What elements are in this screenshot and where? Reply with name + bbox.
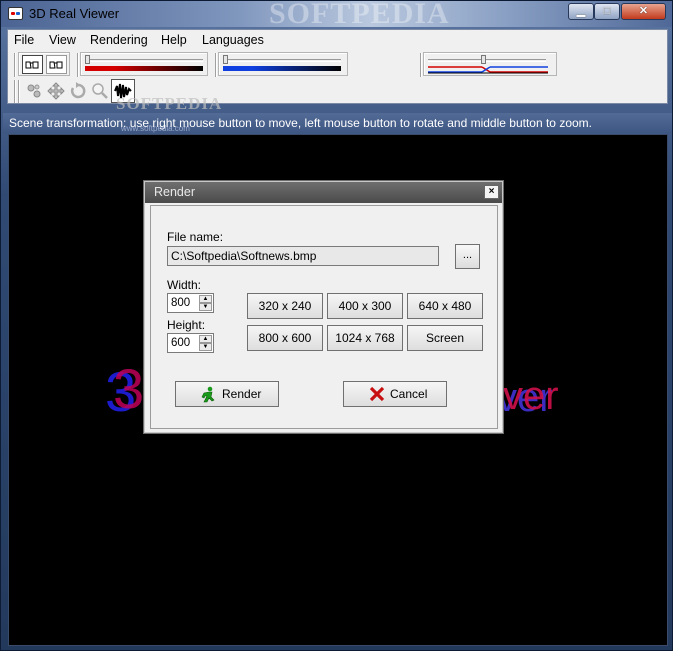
height-spinner-arrows[interactable]: ▲ ▼	[199, 335, 212, 351]
blue-slider-track	[223, 59, 341, 62]
red-slider-track	[85, 59, 203, 62]
glasses-red-cyan-icon	[25, 61, 39, 69]
file-name-label: File name:	[167, 230, 224, 244]
toolbar-grip	[18, 80, 20, 103]
glasses-red-cyan-button[interactable]	[22, 55, 43, 74]
rotate-icon	[71, 82, 86, 99]
move-objects-button[interactable]	[24, 81, 44, 101]
render-button[interactable]: Render	[175, 381, 279, 407]
preset-640x480-button[interactable]: 640 x 480	[407, 293, 483, 319]
blue-depth-panel	[218, 52, 348, 76]
spin-down-icon[interactable]: ▼	[199, 303, 212, 311]
convergence-slider-track	[428, 59, 546, 62]
close-icon: ✕	[638, 5, 649, 17]
render-dialog: Render × File name: C:\Softpedia\Softnew…	[143, 180, 504, 434]
convergence-panel	[423, 52, 557, 76]
close-icon: ×	[488, 186, 495, 197]
title-bar[interactable]: SOFTPEDIA 3D Real Viewer ▁ □ ✕	[1, 0, 672, 30]
width-value: 800	[171, 297, 191, 309]
menu-bar: File View Rendering Help Languages	[8, 30, 667, 50]
menu-file[interactable]: File	[14, 33, 34, 47]
preset-320x240-button[interactable]: 320 x 240	[247, 293, 323, 319]
toolbar-grip	[14, 53, 16, 77]
toolbar-watermark: SOFTPEDIA	[116, 94, 223, 113]
scene-text-red-right: ver	[503, 374, 559, 418]
width-spinner[interactable]: 800 ▲ ▼	[167, 293, 214, 313]
close-button[interactable]: ✕	[621, 3, 666, 20]
red-x-icon	[369, 386, 385, 402]
maximize-button[interactable]: □	[594, 3, 620, 20]
cancel-button-label: Cancel	[390, 387, 428, 401]
dialog-title: Render	[154, 185, 195, 199]
rotate-button[interactable]	[68, 81, 88, 101]
convergence-slider[interactable]	[426, 55, 554, 74]
app-icon[interactable]	[8, 7, 23, 20]
app-window: SOFTPEDIA 3D Real Viewer ▁ □ ✕ File View…	[0, 0, 673, 651]
blue-slider-thumb[interactable]	[223, 55, 228, 64]
spin-up-icon[interactable]: ▲	[199, 335, 212, 343]
red-slider[interactable]	[83, 55, 205, 74]
red-slider-thumb[interactable]	[85, 55, 90, 64]
browse-button[interactable]: ...	[455, 244, 480, 269]
height-value: 600	[171, 337, 191, 349]
status-text: Scene transformation: use right mouse bu…	[9, 116, 592, 130]
toolbar-grip	[215, 53, 217, 77]
blue-slider[interactable]	[221, 55, 345, 74]
width-label: Width:	[167, 278, 202, 292]
cancel-button[interactable]: Cancel	[343, 381, 447, 407]
menu-languages[interactable]: Languages	[202, 33, 264, 47]
convergence-lines	[428, 66, 548, 74]
running-man-icon	[201, 386, 215, 403]
red-gradient-bar	[85, 66, 203, 71]
dialog-title-bar[interactable]: Render ×	[145, 182, 502, 203]
blue-gradient-bar	[223, 66, 341, 71]
maximize-icon: □	[603, 5, 611, 17]
menu-view[interactable]: View	[49, 33, 76, 47]
toolbar-grip	[77, 53, 79, 77]
client-area: File View Rendering Help Languages SOFTP…	[7, 29, 668, 113]
preset-800x600-button[interactable]: 800 x 600	[247, 325, 323, 351]
minimize-icon: ▁	[576, 5, 586, 17]
menu-help[interactable]: Help	[161, 33, 187, 47]
height-label: Height:	[167, 318, 206, 332]
file-name-field[interactable]: C:\Softpedia\Softnews.bmp	[167, 246, 439, 266]
menu-rendering[interactable]: Rendering	[90, 33, 148, 47]
scene-text-red-left: 3	[113, 357, 144, 420]
toolbar-grip	[14, 80, 16, 103]
convergence-slider-thumb[interactable]	[481, 55, 486, 64]
zoom-icon	[92, 83, 108, 99]
dialog-close-button[interactable]: ×	[484, 185, 499, 199]
spin-up-icon[interactable]: ▲	[199, 295, 212, 303]
zoom-button[interactable]	[90, 81, 110, 101]
status-bar: Scene transformation: use right mouse bu…	[3, 113, 672, 133]
red-depth-panel	[80, 52, 208, 76]
height-spinner[interactable]: 600 ▲ ▼	[167, 333, 214, 353]
preset-1024x768-button[interactable]: 1024 x 768	[327, 325, 403, 351]
title-watermark: SOFTPEDIA	[269, 0, 450, 30]
glasses-red-blue-button[interactable]	[46, 55, 67, 74]
spin-down-icon[interactable]: ▼	[199, 343, 212, 351]
pan-button[interactable]	[46, 81, 66, 101]
move-objects-icon	[27, 84, 41, 98]
status-watermark: www.softpedia.com	[121, 124, 190, 133]
pan-icon	[47, 82, 65, 100]
width-spinner-arrows[interactable]: ▲ ▼	[199, 295, 212, 311]
glasses-red-blue-icon	[49, 61, 63, 69]
preset-400x300-button[interactable]: 400 x 300	[327, 293, 403, 319]
render-button-label: Render	[222, 387, 262, 401]
glasses-toolbar	[18, 52, 70, 76]
minimize-button[interactable]: ▁	[568, 3, 594, 20]
window-title: 3D Real Viewer	[29, 6, 120, 21]
preset-screen-button[interactable]: Screen	[407, 325, 483, 351]
toolbar-grip	[420, 53, 422, 77]
dialog-body: File name: C:\Softpedia\Softnews.bmp ...…	[150, 205, 498, 429]
